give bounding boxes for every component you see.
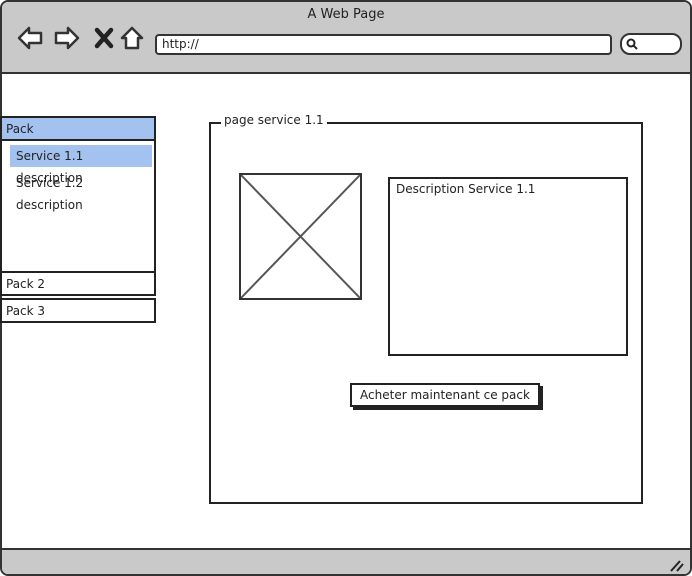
service-description-panel: Description Service 1.1 xyxy=(388,177,628,356)
home-icon[interactable] xyxy=(118,24,146,52)
arrow-right-icon[interactable] xyxy=(53,24,81,52)
window-title: A Web Page xyxy=(307,7,385,22)
description-title: Description Service 1.1 xyxy=(396,182,536,196)
accordion-header-pack-2[interactable]: Pack 2 xyxy=(0,271,156,296)
accordion-body-pack: Service 1.1 description Service 1.2 desc… xyxy=(0,141,156,271)
accordion-header-pack-3[interactable]: Pack 3 xyxy=(0,298,156,323)
buy-pack-button[interactable]: Acheter maintenant ce pack xyxy=(350,383,540,407)
search-input[interactable] xyxy=(620,33,682,55)
accordion-header-pack[interactable]: Pack xyxy=(0,116,156,141)
close-icon[interactable] xyxy=(90,24,118,52)
service-1-2-item[interactable]: Service 1.2 description xyxy=(10,172,152,212)
arrow-left-icon[interactable] xyxy=(16,24,44,52)
service-1-1-item[interactable]: Service 1.1 description xyxy=(10,145,152,185)
url-input[interactable]: http:// xyxy=(155,34,612,55)
fieldset-legend: page service 1.1 xyxy=(221,113,327,127)
pack-accordion: Pack Service 1.1 description Service 1.2… xyxy=(0,116,156,323)
status-bar xyxy=(2,548,690,574)
image-placeholder-icon xyxy=(239,173,362,300)
resize-grip-icon[interactable] xyxy=(668,558,684,572)
browser-toolbar: A Web Page http:// xyxy=(2,2,690,74)
search-icon xyxy=(626,38,638,50)
